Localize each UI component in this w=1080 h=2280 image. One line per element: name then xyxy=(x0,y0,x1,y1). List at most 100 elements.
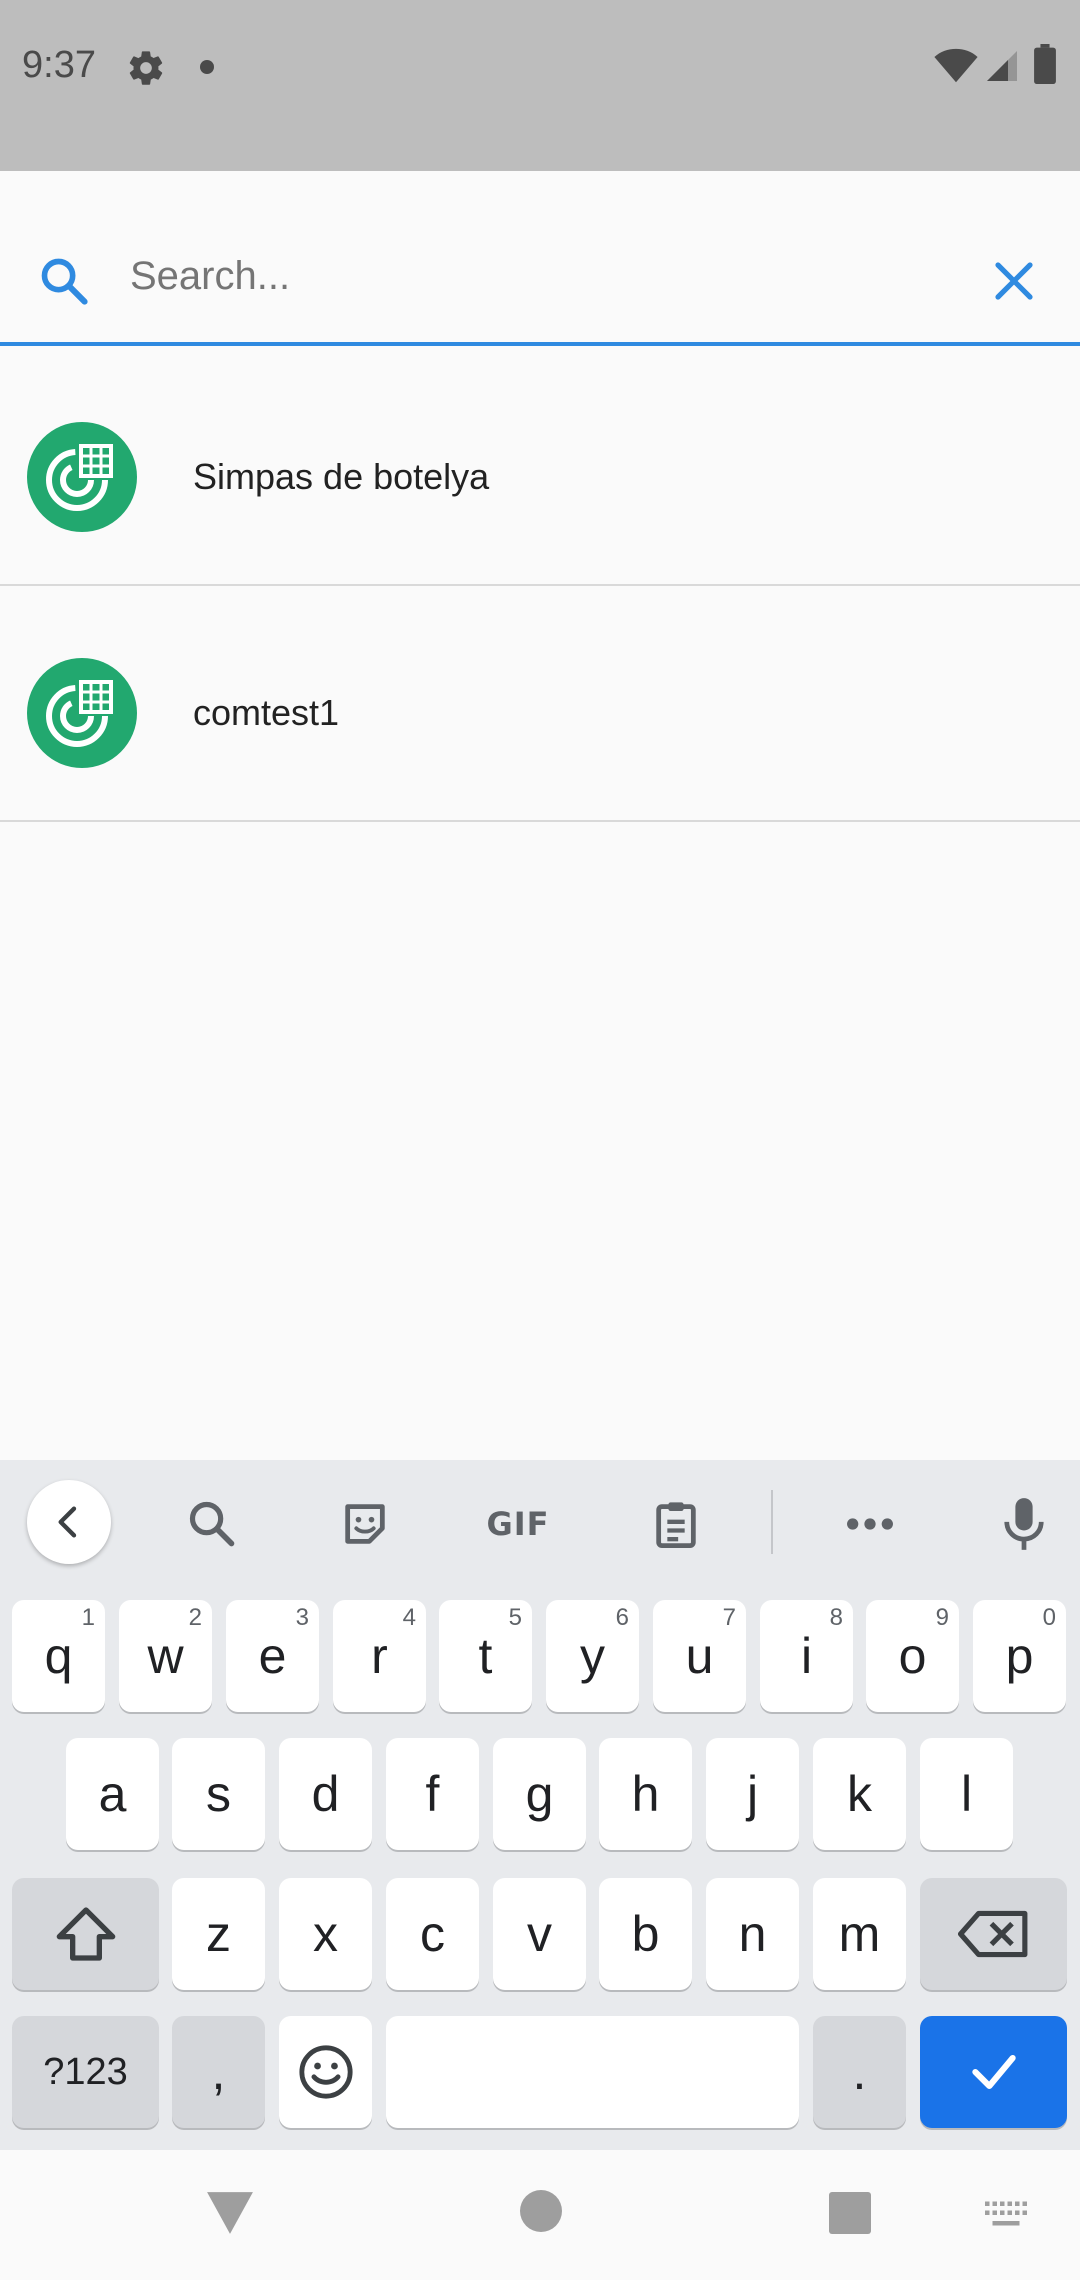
shift-icon xyxy=(56,1907,115,1961)
key-hint: 9 xyxy=(935,1604,949,1631)
comma-key[interactable]: , xyxy=(172,2016,265,2128)
wifi-icon xyxy=(934,48,978,83)
key-label: ?123 xyxy=(43,2050,128,2093)
keyboard-switch-icon[interactable] xyxy=(983,2200,1029,2230)
enter-key[interactable] xyxy=(920,2016,1067,2128)
key-q[interactable]: q1 xyxy=(12,1600,105,1712)
search-input[interactable] xyxy=(130,241,950,311)
clipboard-icon xyxy=(656,1502,696,1549)
key-label: b xyxy=(631,1906,660,1962)
key-label: a xyxy=(98,1766,127,1822)
space-key[interactable] xyxy=(386,2016,799,2128)
key-label: l xyxy=(960,1766,973,1822)
microphone-icon xyxy=(1004,1498,1044,1550)
key-r[interactable]: r4 xyxy=(333,1600,426,1712)
check-icon xyxy=(971,2054,1016,2090)
key-b[interactable]: b xyxy=(599,1878,692,1990)
key-c[interactable]: c xyxy=(386,1878,479,1990)
key-f[interactable]: f xyxy=(386,1738,479,1850)
key-label: t xyxy=(478,1628,493,1684)
keyboard: GIF q1 w 2 e 3 r 4 t 5 y 6 u 7 i 8 o 9 p… xyxy=(0,1460,1080,2150)
voice-input-button[interactable] xyxy=(984,1484,1064,1564)
key-t[interactable]: t5 xyxy=(439,1600,532,1712)
key-label: j xyxy=(746,1766,759,1822)
clipboard-button[interactable] xyxy=(636,1484,716,1564)
sticker-button[interactable] xyxy=(325,1484,405,1564)
key-i[interactable]: i8 xyxy=(760,1600,853,1712)
key-m[interactable]: m xyxy=(813,1878,906,1990)
key-label: n xyxy=(738,1906,767,1962)
search-bar xyxy=(0,171,1080,346)
home-circle-icon[interactable] xyxy=(520,2190,562,2232)
period-key[interactable]: . xyxy=(813,2016,906,2128)
key-label: m xyxy=(838,1906,881,1962)
key-label: z xyxy=(206,1906,231,1962)
key-s[interactable]: s xyxy=(172,1738,265,1850)
key-label: . xyxy=(852,2044,867,2100)
key-hint: 7 xyxy=(722,1604,736,1631)
keyboard-back-button[interactable] xyxy=(27,1480,111,1564)
back-triangle-icon[interactable] xyxy=(205,2190,255,2236)
key-label: d xyxy=(311,1766,340,1822)
key-u[interactable]: u7 xyxy=(653,1600,746,1712)
recents-square-icon[interactable] xyxy=(829,2192,871,2234)
gear-icon xyxy=(129,51,163,85)
key-p[interactable]: p0 xyxy=(973,1600,1066,1712)
key-label: q xyxy=(44,1628,73,1684)
key-d[interactable]: d xyxy=(279,1738,372,1850)
key-g[interactable]: g xyxy=(493,1738,586,1850)
key-w[interactable]: w2 xyxy=(119,1600,212,1712)
key-label: r xyxy=(371,1628,388,1684)
notification-dot-icon xyxy=(200,60,214,74)
shift-key[interactable] xyxy=(12,1878,159,1990)
backspace-icon xyxy=(957,1910,1027,1958)
signal-icon xyxy=(987,51,1017,81)
search-icon xyxy=(41,258,88,305)
key-label: v xyxy=(527,1906,552,1962)
key-a[interactable]: a xyxy=(66,1738,159,1850)
list-item[interactable]: comtest1 xyxy=(0,586,1080,822)
key-hint: 1 xyxy=(81,1604,95,1631)
key-hint: 3 xyxy=(295,1604,309,1631)
key-label: x xyxy=(313,1906,338,1962)
list-item[interactable]: Simpas de botelya xyxy=(0,350,1080,586)
key-e[interactable]: e3 xyxy=(226,1600,319,1712)
gif-label: GIF xyxy=(486,1505,550,1543)
key-label: o xyxy=(898,1628,927,1684)
battery-icon xyxy=(1034,44,1056,84)
key-hint: 0 xyxy=(1042,1604,1056,1631)
key-label: e xyxy=(258,1628,287,1684)
key-h[interactable]: h xyxy=(599,1738,692,1850)
backspace-key[interactable] xyxy=(920,1878,1067,1990)
key-x[interactable]: x xyxy=(279,1878,372,1990)
key-j[interactable]: j xyxy=(706,1738,799,1850)
key-label: h xyxy=(631,1766,660,1822)
key-label: w xyxy=(147,1628,184,1684)
key-o[interactable]: o9 xyxy=(866,1600,959,1712)
list-item-label: Simpas de botelya xyxy=(193,456,490,497)
key-label: i xyxy=(800,1628,813,1684)
more-horizontal-icon xyxy=(847,1518,893,1530)
emoji-icon xyxy=(298,2045,353,2099)
more-button[interactable] xyxy=(830,1484,910,1564)
keyboard-search-button[interactable] xyxy=(172,1484,252,1564)
key-label: y xyxy=(580,1628,605,1684)
key-l[interactable]: l xyxy=(920,1738,1013,1850)
key-z[interactable]: z xyxy=(172,1878,265,1990)
key-label: u xyxy=(685,1628,714,1684)
key-n[interactable]: n xyxy=(706,1878,799,1990)
symbols-key[interactable]: ?123 xyxy=(12,2016,159,2128)
key-hint: 8 xyxy=(829,1604,843,1631)
gif-button[interactable]: GIF xyxy=(478,1484,558,1564)
key-v[interactable]: v xyxy=(493,1878,586,1990)
key-y[interactable]: y6 xyxy=(546,1600,639,1712)
close-icon[interactable] xyxy=(990,257,1038,305)
key-hint: 2 xyxy=(188,1604,202,1631)
key-k[interactable]: k xyxy=(813,1738,906,1850)
chevron-left-icon xyxy=(58,1506,77,1538)
emoji-key[interactable] xyxy=(279,2016,372,2128)
key-label: c xyxy=(420,1906,445,1962)
navigation-bar xyxy=(0,2150,1080,2280)
key-hint: 4 xyxy=(402,1604,416,1631)
key-label: f xyxy=(425,1766,440,1822)
